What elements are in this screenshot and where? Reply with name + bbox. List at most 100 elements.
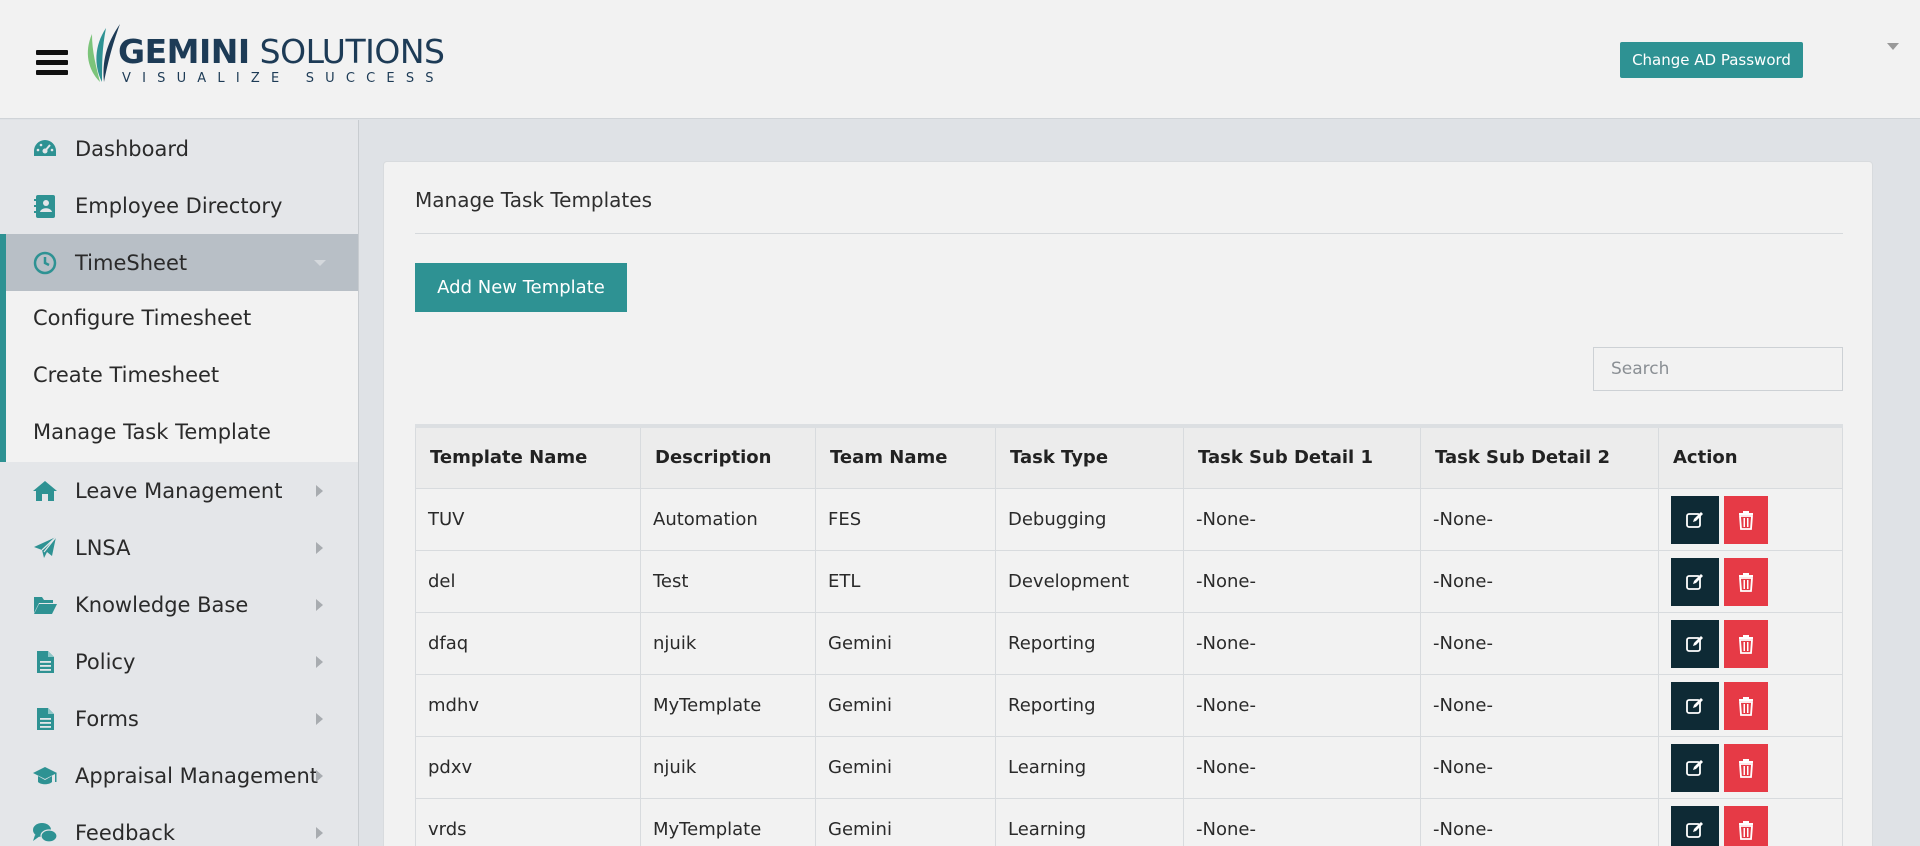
sidebar-item-label: Knowledge Base [75, 592, 249, 617]
chevron-right-icon [316, 485, 323, 497]
column-header-task-sub-detail-1[interactable]: Task Sub Detail 1 [1183, 424, 1421, 489]
table-row: del Test ETL Development -None- -None- [415, 549, 1843, 613]
action-cell [1658, 611, 1843, 675]
hamburger-menu-icon[interactable] [36, 50, 68, 76]
sidebar-item-label: LNSA [75, 535, 131, 560]
sidebar-item-label: Dashboard [75, 136, 189, 161]
sidebar-item-label: Leave Management [75, 478, 283, 503]
sidebar-item-lnsa[interactable]: LNSA [0, 519, 358, 576]
company-logo[interactable]: GEMINI SOLUTIONS VISUALIZE SUCCESS [80, 22, 445, 92]
graduation-cap-icon [33, 767, 57, 785]
delete-button[interactable] [1724, 744, 1768, 792]
task-type-cell: Learning [995, 735, 1184, 799]
add-new-template-button[interactable]: Add New Template [415, 263, 627, 312]
edit-button[interactable] [1671, 682, 1719, 730]
team-name-cell: ETL [815, 549, 996, 613]
sidebar-item-label: Employee Directory [75, 193, 283, 218]
task-templates-table: Template Name Description Team Name Task… [415, 424, 1843, 846]
sidebar-item-policy[interactable]: Policy [0, 633, 358, 690]
task-type-cell: Reporting [995, 611, 1184, 675]
sidebar-item-feedback[interactable]: Feedback [0, 804, 358, 846]
edit-button[interactable] [1671, 744, 1719, 792]
table-row: vrds MyTemplate Gemini Learning -None- -None- [415, 797, 1843, 846]
edit-icon [1686, 574, 1703, 590]
team-name-cell: Gemini [815, 673, 996, 737]
sidebar-item-forms[interactable]: Forms [0, 690, 358, 747]
sidebar-item-label: Policy [75, 649, 136, 674]
column-header-action: Action [1658, 424, 1843, 489]
user-menu-caret-icon[interactable] [1887, 43, 1899, 50]
search-input[interactable] [1593, 347, 1843, 391]
sidebar-item-knowledge-base[interactable]: Knowledge Base [0, 576, 358, 633]
template-name-cell: mdhv [415, 673, 641, 737]
edit-button[interactable] [1671, 558, 1719, 606]
task-templates-panel: Manage Task Templates Add New Template T… [383, 161, 1873, 846]
sidebar-item-leave-management[interactable]: Leave Management [0, 462, 358, 519]
team-name-cell: Gemini [815, 735, 996, 799]
dashboard-icon [34, 140, 56, 156]
delete-button[interactable] [1724, 558, 1768, 606]
description-cell: njuik [640, 735, 816, 799]
description-cell: Automation [640, 487, 816, 551]
sidebar-item-label: Forms [75, 706, 139, 731]
sidebar-subitem-manage-task-template[interactable]: Manage Task Template [0, 405, 358, 462]
sidebar-subitem-configure-timesheet[interactable]: Configure Timesheet [0, 291, 358, 348]
chevron-right-icon [316, 770, 323, 782]
task-type-cell: Development [995, 549, 1184, 613]
row-actions [1671, 618, 1768, 668]
chevron-right-icon [316, 542, 323, 554]
divider [415, 233, 1843, 234]
chat-icon [33, 823, 58, 843]
chevron-right-icon [316, 827, 323, 839]
task-sub-detail-1-cell: -None- [1183, 735, 1421, 799]
edit-icon [1686, 760, 1703, 776]
table-row: pdxv njuik Gemini Learning -None- -None- [415, 735, 1843, 799]
sidebar-item-label: TimeSheet [75, 250, 188, 275]
task-sub-detail-2-cell: -None- [1420, 673, 1659, 737]
action-cell [1658, 673, 1843, 737]
task-type-cell: Debugging [995, 487, 1184, 551]
change-ad-password-button[interactable]: Change AD Password [1620, 42, 1803, 78]
sidebar-subitem-label: Configure Timesheet [33, 306, 252, 330]
edit-button[interactable] [1671, 620, 1719, 668]
sidebar-item-timesheet[interactable]: TimeSheet [0, 234, 358, 291]
sidebar-subitem-create-timesheet[interactable]: Create Timesheet [0, 348, 358, 405]
chevron-right-icon [316, 656, 323, 668]
column-header-description[interactable]: Description [640, 424, 816, 489]
edit-icon [1686, 512, 1703, 528]
chevron-down-icon [314, 260, 326, 266]
clock-icon [33, 251, 57, 275]
description-cell: MyTemplate [640, 797, 816, 846]
delete-button[interactable] [1724, 682, 1768, 730]
document-icon [37, 651, 54, 673]
sidebar-item-dashboard[interactable]: Dashboard [0, 120, 358, 177]
edit-icon [1686, 698, 1703, 714]
column-header-team-name[interactable]: Team Name [815, 424, 996, 489]
edit-button[interactable] [1671, 806, 1719, 846]
column-header-task-sub-detail-2[interactable]: Task Sub Detail 2 [1420, 424, 1659, 489]
table-row: dfaq njuik Gemini Reporting -None- -None- [415, 611, 1843, 675]
column-header-template-name[interactable]: Template Name [415, 424, 641, 489]
sidebar: Dashboard Employee Directory TimeSheet C… [0, 120, 359, 846]
column-header-task-type[interactable]: Task Type [995, 424, 1184, 489]
team-name-cell: Gemini [815, 797, 996, 846]
sidebar-item-appraisal-management[interactable]: Appraisal Management [0, 747, 358, 804]
description-cell: njuik [640, 611, 816, 675]
trash-icon [1739, 511, 1753, 530]
task-sub-detail-1-cell: -None- [1183, 611, 1421, 675]
sidebar-subitem-label: Create Timesheet [33, 363, 220, 387]
task-sub-detail-1-cell: -None- [1183, 487, 1421, 551]
task-sub-detail-1-cell: -None- [1183, 797, 1421, 846]
edit-button[interactable] [1671, 496, 1719, 544]
delete-button[interactable] [1724, 806, 1768, 846]
action-cell [1658, 487, 1843, 551]
row-actions [1671, 804, 1768, 846]
action-cell [1658, 735, 1843, 799]
chevron-right-icon [316, 599, 323, 611]
sidebar-item-employee-directory[interactable]: Employee Directory [0, 177, 358, 234]
trash-icon [1739, 697, 1753, 716]
trash-icon [1739, 759, 1753, 778]
delete-button[interactable] [1724, 496, 1768, 544]
delete-button[interactable] [1724, 620, 1768, 668]
top-header: GEMINI SOLUTIONS VISUALIZE SUCCESS Chang… [0, 0, 1920, 119]
